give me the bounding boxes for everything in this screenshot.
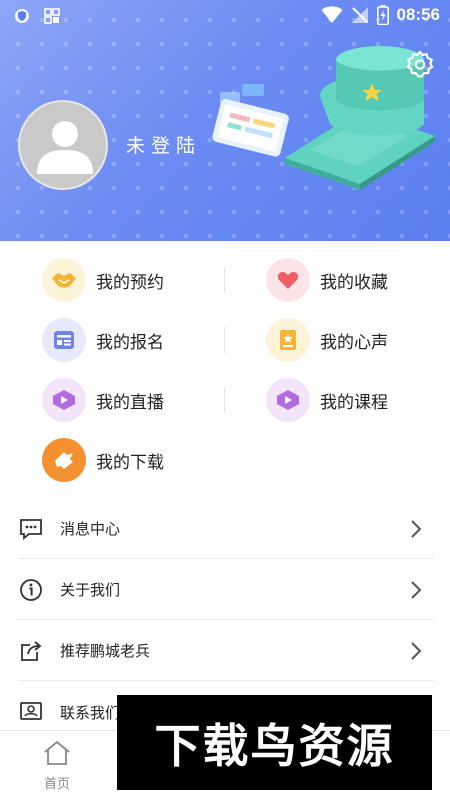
no-signal-icon [351, 7, 368, 23]
menu-item-recommend[interactable]: 推荐鹏城老兵 [18, 621, 434, 681]
feature-favorites[interactable]: 我的收藏 [266, 258, 388, 302]
feature-appointments[interactable]: 我的预约 [42, 258, 164, 302]
feature-label: 我的课程 [320, 392, 388, 413]
feature-courses[interactable]: 我的课程 [266, 378, 388, 422]
wifi-icon [321, 6, 343, 23]
divider [224, 327, 225, 353]
settings-gear-icon[interactable] [406, 50, 434, 78]
feature-registrations[interactable]: 我的报名 [42, 318, 164, 362]
divider [224, 267, 225, 293]
status-bar: 08:56 [0, 0, 450, 32]
watermark-banner: 下载鸟资源 [117, 695, 432, 790]
feature-downloads[interactable]: 我的下载 [42, 438, 164, 482]
chevron-right-icon [411, 519, 422, 538]
download-icon [42, 438, 86, 482]
message-icon [18, 516, 44, 542]
feature-live[interactable]: 我的直播 [42, 378, 164, 422]
nav-home[interactable]: 首页 [30, 739, 84, 795]
shield-status-icon [15, 9, 29, 23]
info-icon [18, 577, 44, 603]
feature-label: 我的收藏 [320, 272, 388, 293]
course-icon [266, 378, 310, 422]
profile-header: 08:56 未登陆 [0, 0, 450, 241]
heart-icon [266, 258, 310, 302]
menu-label: 关于我们 [60, 581, 121, 599]
feature-label: 我的报名 [96, 332, 164, 353]
menu-item-message-center[interactable]: 消息中心 [18, 499, 434, 559]
chevron-right-icon [411, 641, 422, 660]
divider [224, 387, 225, 413]
menu-item-about-us[interactable]: 关于我们 [18, 560, 434, 620]
feature-label: 我的心声 [320, 332, 388, 353]
login-prompt[interactable]: 未登陆 [126, 131, 201, 158]
menu-label: 消息中心 [60, 520, 121, 538]
share-icon [18, 638, 44, 664]
battery-icon [376, 5, 389, 25]
home-icon [44, 740, 70, 765]
nav-home-label: 首页 [43, 777, 70, 792]
handshake-icon [42, 258, 86, 302]
note-icon [266, 318, 310, 362]
user-silhouette-icon [37, 121, 93, 174]
profile-screen: 08:56 未登陆 我的预约 我的收藏 我的报名 我的心声 我的直播 我的课程 … [0, 0, 450, 800]
clock: 08:56 [396, 5, 440, 24]
feature-label: 我的预约 [96, 272, 164, 293]
contact-icon [18, 699, 44, 725]
form-icon [42, 318, 86, 362]
menu-label: 推荐鹏城老兵 [60, 642, 151, 660]
chevron-right-icon [411, 580, 422, 599]
feature-label: 我的下载 [96, 452, 164, 473]
avatar[interactable] [18, 100, 108, 190]
watermark-text: 下载鸟资源 [154, 718, 395, 773]
feature-label: 我的直播 [96, 392, 164, 413]
apps-status-icon [44, 8, 60, 24]
live-icon [42, 378, 86, 422]
feature-voices[interactable]: 我的心声 [266, 318, 388, 362]
